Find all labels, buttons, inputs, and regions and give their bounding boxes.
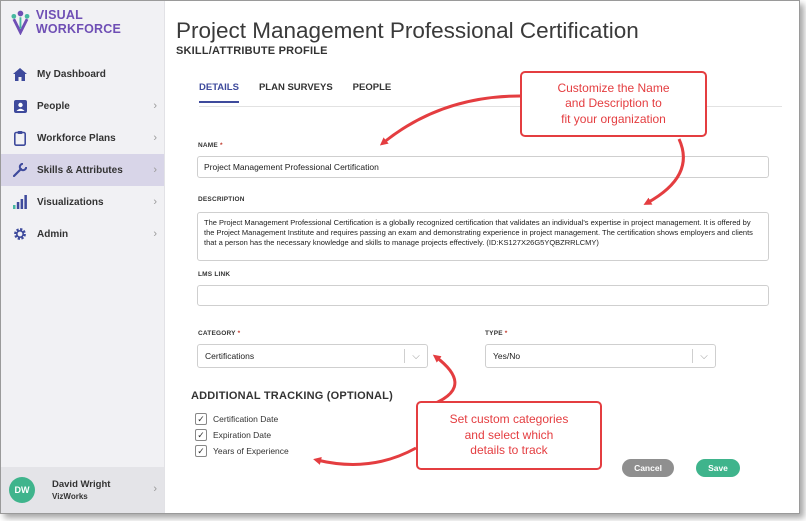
callout-custom-categories: Set custom categories and select which d… [416,401,602,470]
arrow-to-name [379,94,521,146]
callout-line: Customize the Name [557,80,670,95]
callout-line: Set custom categories [449,412,569,427]
arrow-to-checkboxes [313,446,417,466]
callout-customize-name: Customize the Name and Description to fi… [520,71,707,137]
callout-line: and select which [464,427,554,442]
callout-line: fit your organization [561,111,666,126]
callout-line: details to track [470,443,548,458]
app-window: VISUAL WORKFORCE My Dashboard People › W… [0,0,800,514]
arrow-to-description [643,138,685,205]
callout-line: and Description to [565,96,662,111]
